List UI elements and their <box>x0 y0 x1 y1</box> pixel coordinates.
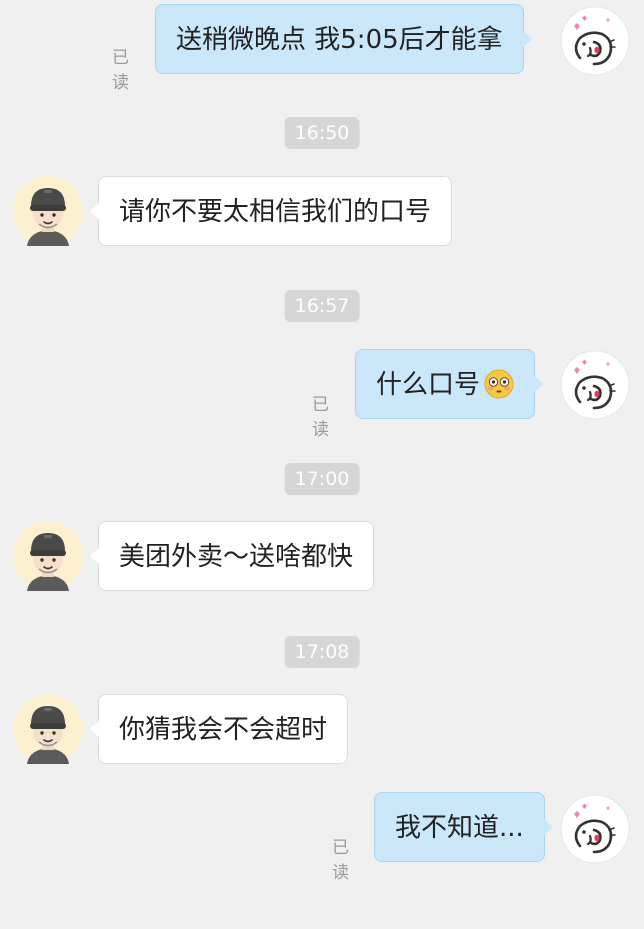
message-bubble[interactable]: 美团外卖～送啥都快 <box>89 521 375 591</box>
read-status: 已读 <box>332 838 349 883</box>
timestamp: 17:08 <box>284 636 360 668</box>
message-bubble[interactable]: 我不知道... <box>374 792 553 862</box>
courier-avatar-icon[interactable] <box>13 176 83 246</box>
user-avatar-icon[interactable] <box>560 794 630 864</box>
message-bubble[interactable]: 送稍微晚点 我5:05后才能拿 <box>155 4 532 74</box>
courier-avatar-icon[interactable] <box>13 521 83 591</box>
message-text: 什么口号 <box>376 370 481 400</box>
user-avatar-icon[interactable] <box>560 350 630 420</box>
timestamp: 16:57 <box>284 290 360 322</box>
flushed-face-emoji-icon <box>484 369 514 398</box>
timestamp: 16:50 <box>284 117 360 149</box>
message-bubble[interactable]: 什么口号 <box>355 349 544 419</box>
user-avatar-icon[interactable] <box>560 6 630 76</box>
timestamp: 17:00 <box>284 463 360 495</box>
courier-avatar-icon[interactable] <box>13 694 83 764</box>
message-bubble[interactable]: 你猜我会不会超时 <box>89 694 349 764</box>
read-status: 已读 <box>112 48 129 93</box>
message-bubble[interactable]: 请你不要太相信我们的口号 <box>89 176 453 246</box>
read-status: 已读 <box>312 395 329 440</box>
